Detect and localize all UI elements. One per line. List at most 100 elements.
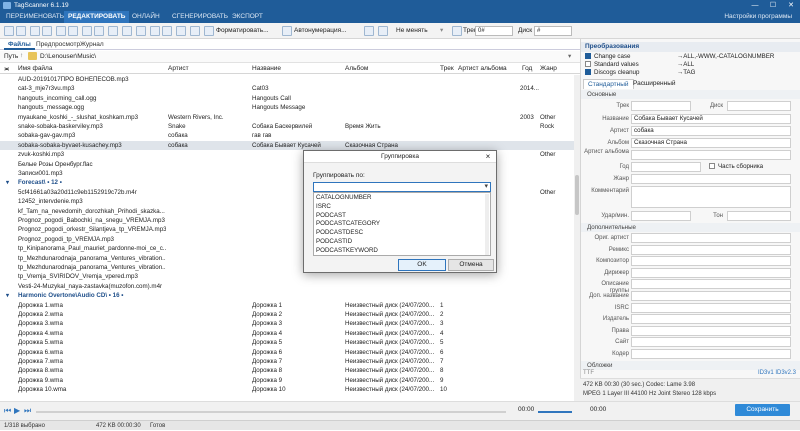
file-row[interactable]: Дорожка 9.wma Дорожка 9 Неизвестный диск (…	[0, 376, 574, 385]
path-up-icon[interactable]: ↑	[20, 52, 23, 59]
filter-icon[interactable]	[122, 26, 132, 36]
file-row[interactable]: snake-sobaka-baskerviley.mp3 Snake Собака …	[0, 122, 574, 131]
extra-field-input[interactable]	[631, 291, 791, 301]
tab-standard[interactable]: Стандартный	[583, 79, 634, 89]
section-basic[interactable]: Основные	[581, 90, 800, 99]
column-genre[interactable]: Жанр	[540, 65, 557, 72]
view-icon[interactable]	[56, 26, 66, 36]
autonumber-icon[interactable]	[282, 26, 292, 36]
column-album-artist[interactable]: Артист альбома	[458, 65, 507, 72]
field-key-input[interactable]	[727, 211, 791, 221]
refresh-icon[interactable]	[30, 26, 40, 36]
group-option[interactable]: PODCASTCATEGORY	[316, 220, 380, 228]
menu-online[interactable]: ОНЛАЙН	[128, 11, 164, 23]
columns-icon[interactable]	[94, 26, 104, 36]
save-button[interactable]: Сохранить	[735, 404, 790, 416]
file-row[interactable]: myaukane_koshki_-_slushat_koshkam.mp3 Wes…	[0, 113, 574, 122]
extra-field-input[interactable]	[631, 279, 791, 290]
extra-field-input[interactable]	[631, 233, 791, 243]
group-option[interactable]: ISRC	[316, 203, 331, 211]
play-icon[interactable]: ▶	[14, 406, 20, 415]
scrollbar-thumb[interactable]	[575, 175, 579, 215]
extra-field-input[interactable]	[631, 325, 791, 336]
extra-field-input[interactable]	[631, 337, 791, 348]
checkbox-icon[interactable]	[585, 53, 591, 60]
menu-generate[interactable]: СГЕНЕРИРОВАТЬ	[168, 11, 232, 23]
select-icon[interactable]	[42, 26, 52, 36]
field-year-input[interactable]	[631, 162, 701, 172]
menu-settings[interactable]: Настройки программы	[724, 11, 792, 23]
group-option[interactable]: PODCAST	[316, 212, 346, 220]
close-window-button[interactable]: ✕	[782, 0, 800, 11]
paste-icon[interactable]	[176, 26, 186, 36]
extra-field-input[interactable]	[631, 256, 791, 267]
group-option[interactable]: CATALOGNUMBER	[316, 194, 371, 202]
path-dropdown-icon[interactable]: ▾	[568, 52, 571, 60]
file-row[interactable]: Дорожка 8.wma Дорожка 8 Неизвестный диск (…	[0, 366, 574, 375]
column-filename[interactable]: Имя файла	[18, 65, 52, 72]
extra-field-input[interactable]	[631, 267, 791, 278]
group-option[interactable]: PODCASTID	[316, 238, 352, 246]
extra-field-input[interactable]	[631, 314, 791, 325]
column-year[interactable]: Год	[522, 65, 532, 72]
group-option[interactable]: PODCASTKEYWORD	[316, 247, 378, 255]
case-icon[interactable]	[364, 26, 374, 36]
field-track-input[interactable]	[631, 101, 691, 111]
maximize-button[interactable]: ☐	[764, 0, 782, 11]
checkbox-icon[interactable]	[709, 163, 715, 170]
field-comment-input[interactable]	[631, 186, 791, 208]
field-title-input[interactable]: Собака Бывает Кусачей	[631, 114, 791, 124]
extra-field-input[interactable]	[631, 349, 791, 359]
add-folder-icon[interactable]	[4, 26, 14, 36]
checkbox-icon[interactable]	[585, 61, 591, 68]
field-genre-input[interactable]	[631, 174, 791, 184]
tab-log[interactable]: Журнал	[76, 40, 108, 50]
section-covers[interactable]: Обложки	[581, 361, 800, 370]
transform-change-case[interactable]: Change case	[585, 53, 630, 61]
group-header-row[interactable]: ▾ Harmonic Overtone\Audio CD\ • 16 •	[0, 291, 574, 300]
column-title[interactable]: Название	[252, 65, 281, 72]
transform-discogs-cleanup[interactable]: Discogs cleanup	[585, 69, 639, 77]
compilation-checkbox[interactable]: Часть сборника	[709, 163, 763, 171]
menu-edit[interactable]: РЕДАКТИРОВАТЬ	[64, 11, 130, 23]
sort-icon[interactable]	[108, 26, 118, 36]
column-track[interactable]: Трек	[440, 65, 454, 72]
file-row[interactable]: Дорожка 1.wma Дорожка 1 Неизвестный диск (…	[0, 301, 574, 310]
file-row[interactable]: Vesti-24-Muzykal_naya-zastavka(muzofon.c…	[0, 282, 574, 291]
seek-bar[interactable]	[36, 411, 506, 413]
group-icon[interactable]	[82, 26, 92, 36]
list-icon[interactable]	[68, 26, 78, 36]
copy-icon[interactable]	[162, 26, 172, 36]
path-input[interactable]: D:\Lenouser\Music\	[40, 53, 96, 60]
file-row[interactable]: sobaka-gav-gav.mp3 собака гав гав	[0, 131, 574, 140]
delete-icon[interactable]	[190, 26, 200, 36]
options-scrollbar[interactable]	[485, 194, 489, 255]
no-change-dropdown[interactable]: Не менять	[396, 26, 428, 36]
cancel-button[interactable]: Отмена	[448, 259, 494, 271]
prev-icon[interactable]: ⏮	[4, 406, 11, 416]
file-row[interactable]: AUD-20191017ПРО ВОНЕПЕСОВ.mp3	[0, 75, 574, 84]
field-album-input[interactable]: Сказочная Страна	[631, 138, 791, 148]
filter-clear-icon[interactable]	[136, 26, 146, 36]
tab-files[interactable]: Файлы	[4, 40, 35, 50]
erase-icon[interactable]	[378, 26, 388, 36]
file-row[interactable]: Дорожка 10.wma Дорожка 10 Неизвестный диск…	[0, 385, 574, 394]
group-option[interactable]: PODCASTDESC	[316, 229, 363, 237]
file-row[interactable]: Дорожка 7.wma Дорожка 7 Неизвестный диск (…	[0, 357, 574, 366]
field-album-artist-input[interactable]	[631, 150, 791, 160]
minimize-button[interactable]: —	[746, 0, 764, 11]
extra-field-input[interactable]	[631, 302, 791, 313]
transform-standard-values[interactable]: Standard values	[585, 61, 639, 69]
numbering-icon[interactable]	[452, 26, 462, 36]
field-disc-input[interactable]	[727, 101, 791, 111]
disc-format-select[interactable]: #	[534, 26, 572, 36]
section-extra[interactable]: Дополнительные	[581, 223, 800, 232]
folder-icon[interactable]	[16, 26, 26, 36]
tag-icon[interactable]	[150, 26, 160, 36]
menu-rename[interactable]: ПЕРЕИМЕНОВАТЬ	[2, 11, 68, 23]
file-row[interactable]: hangouts_incoming_call.ogg Hangouts Call	[0, 94, 574, 103]
file-row[interactable]: Дорожка 4.wma Дорожка 4 Неизвестный диск (…	[0, 329, 574, 338]
file-row[interactable]: cat-3_mje7r3vu.mp3 Cat03 2014...	[0, 84, 574, 93]
file-row[interactable]: Дорожка 6.wma Дорожка 6 Неизвестный диск (…	[0, 348, 574, 357]
group-by-select[interactable]: ▾	[313, 182, 491, 192]
